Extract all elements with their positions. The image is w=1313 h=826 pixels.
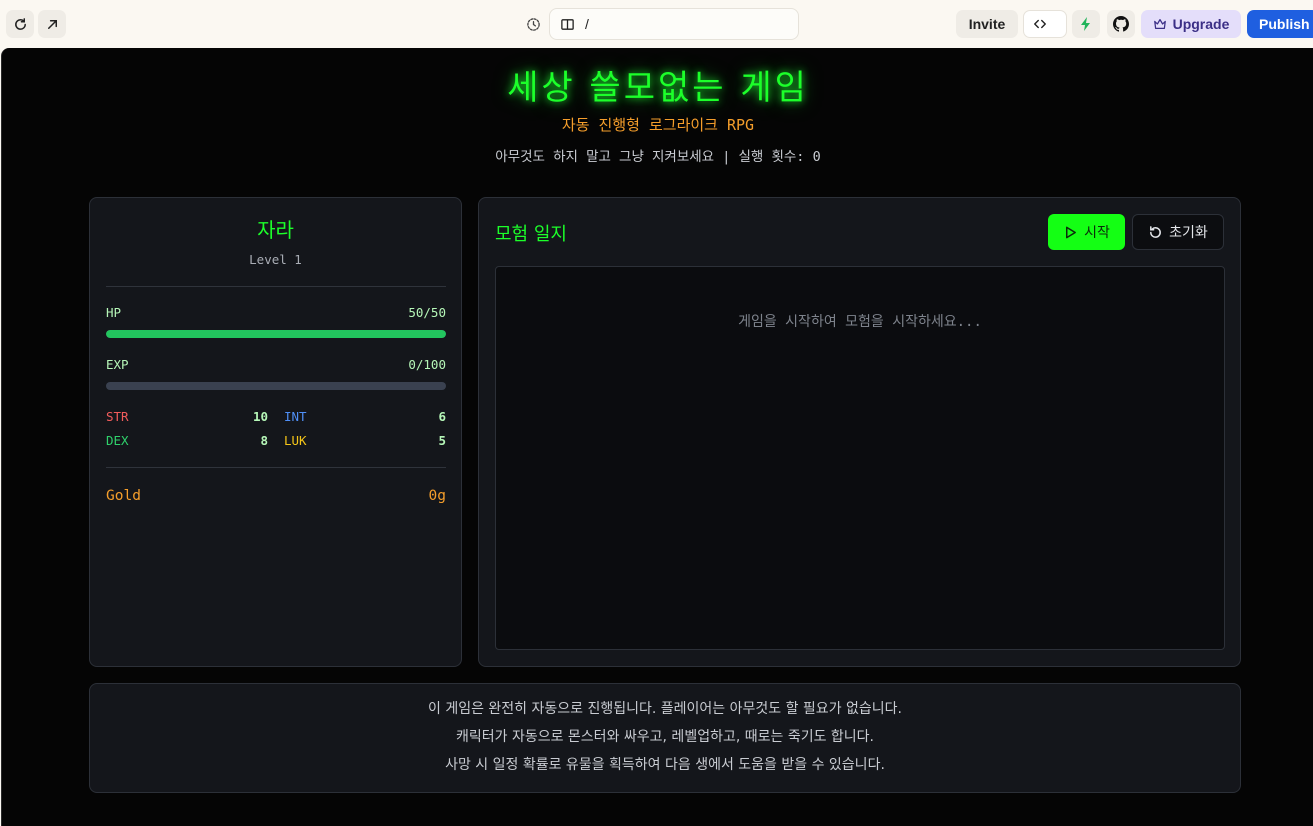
info-line: 캐릭터가 자동으로 몬스터와 싸우고, 레벨업하고, 때로는 죽기도 합니다. xyxy=(455,729,875,745)
hp-value: 50/50 xyxy=(408,305,446,320)
bolt-button[interactable] xyxy=(1072,10,1100,38)
divider xyxy=(106,467,446,468)
stat-name: DEX xyxy=(106,433,129,448)
stat-name: LUK xyxy=(284,433,307,448)
url-bar[interactable]: / xyxy=(549,8,799,40)
stat-int: INT 6 xyxy=(284,409,446,424)
character-name: 자라 xyxy=(257,218,294,242)
exp-bar xyxy=(106,382,446,390)
book-icon xyxy=(561,18,574,30)
game-subtitle: 자동 진행형 로그라이크 RPG xyxy=(561,116,755,134)
game-title: 세상 쓸모없는 게임 xyxy=(507,68,809,108)
gold-value: 0g xyxy=(428,488,446,504)
upgrade-label: Upgrade xyxy=(1172,16,1230,32)
exp-label: EXP xyxy=(106,357,129,372)
open-in-new-tab-button[interactable] xyxy=(38,10,66,38)
log-title: 모험 일지 xyxy=(495,224,567,245)
stat-luk: LUK 5 xyxy=(284,433,446,448)
stat-value: 10 xyxy=(252,409,268,424)
character-level: Level 1 xyxy=(249,252,302,267)
bolt-icon xyxy=(1081,17,1090,31)
url-path: / xyxy=(585,16,589,32)
code-toggle-button[interactable] xyxy=(1023,10,1067,38)
history-icon[interactable] xyxy=(524,15,542,33)
info-line: 이 게임은 완전히 자동으로 진행됩니다. 플레이어는 아무것도 할 필요가 없… xyxy=(428,701,902,717)
character-panel: 자라 Level 1 HP 50/50 EXP 0/100 STR 10 INT… xyxy=(89,197,462,667)
info-panel: 이 게임은 완전히 자동으로 진행됩니다. 플레이어는 아무것도 할 필요가 없… xyxy=(89,683,1241,793)
exp-row: EXP 0/100 xyxy=(106,357,446,372)
divider xyxy=(106,286,446,287)
hp-label: HP xyxy=(106,305,122,320)
invite-button[interactable]: Invite xyxy=(956,10,1018,38)
refresh-button[interactable] xyxy=(6,10,34,38)
gold-label: Gold xyxy=(106,488,141,504)
play-icon xyxy=(1066,226,1077,238)
arrow-up-right-icon xyxy=(47,19,57,29)
gold-row: Gold 0g xyxy=(106,488,446,504)
adventure-log-panel: 모험 일지 시작 초기화 게임을 시작하여 모험을 시작하세요... xyxy=(478,197,1241,667)
reset-label: 초기화 xyxy=(1169,225,1208,241)
stat-str: STR 10 xyxy=(106,409,268,424)
log-output[interactable]: 게임을 시작하여 모험을 시작하세요... xyxy=(495,266,1225,650)
start-label: 시작 xyxy=(1084,225,1110,241)
hp-bar xyxy=(106,330,446,338)
stat-value: 6 xyxy=(438,409,446,424)
stat-name: INT xyxy=(284,409,307,424)
stat-dex: DEX 8 xyxy=(106,433,268,448)
github-icon xyxy=(1113,16,1129,32)
crown-icon xyxy=(1153,19,1166,29)
editor-topbar: / Invite Upgrade Publish xyxy=(0,0,1313,48)
hp-row: HP 50/50 xyxy=(106,305,446,320)
stat-value: 5 xyxy=(438,433,446,448)
publish-button[interactable]: Publish xyxy=(1247,10,1313,38)
info-line: 사망 시 일정 확률로 유물을 획득하여 다음 생에서 도움을 받을 수 있습니… xyxy=(445,757,885,773)
exp-value: 0/100 xyxy=(408,357,446,372)
game-tagline: 아무것도 하지 말고 그냥 지켜보세요 | 실행 횟수: 0 xyxy=(2,145,1313,165)
code-icon xyxy=(1029,13,1051,35)
start-button[interactable]: 시작 xyxy=(1048,214,1125,250)
stat-name: STR xyxy=(106,409,129,424)
github-button[interactable] xyxy=(1107,10,1135,38)
hp-bar-fill xyxy=(106,330,446,338)
reset-icon xyxy=(1150,225,1162,238)
reset-button[interactable]: 초기화 xyxy=(1132,214,1224,250)
upgrade-button[interactable]: Upgrade xyxy=(1141,10,1241,38)
log-empty-message: 게임을 시작하여 모험을 시작하세요... xyxy=(738,314,982,330)
run-count: 0 xyxy=(812,149,821,165)
game-canvas: 세상 쓸모없는 게임 자동 진행형 로그라이크 RPG 아무것도 하지 말고 그… xyxy=(1,48,1313,826)
tagline-text: 아무것도 하지 말고 그냥 지켜보세요 | 실행 횟수: xyxy=(495,149,813,165)
stat-value: 8 xyxy=(260,433,268,448)
refresh-icon xyxy=(14,17,26,30)
